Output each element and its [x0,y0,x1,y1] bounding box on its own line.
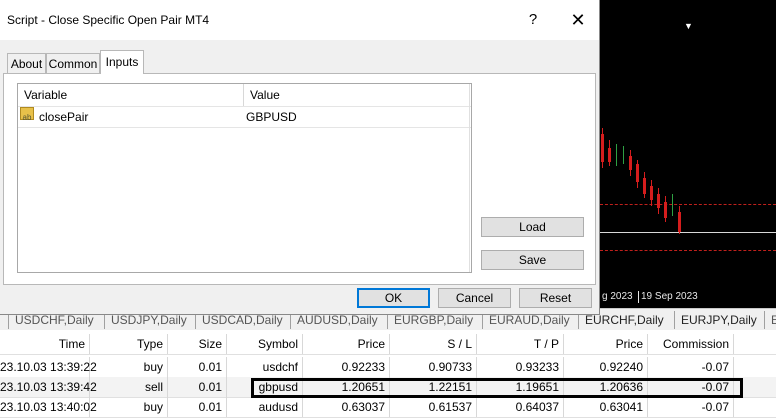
cell-tp: 1.19651 [477,377,564,397]
time-axis-divider [638,291,639,303]
cell-tp: 0.64037 [477,397,564,417]
header-variable[interactable]: Variable [24,84,67,106]
cell-sl: 0.90733 [390,357,477,377]
tab-common[interactable]: Common [46,53,100,73]
load-button[interactable]: Load [481,217,584,237]
cell-size: 0.01 [168,377,227,397]
candle [664,202,667,218]
candle-wick [672,194,673,216]
save-button[interactable]: Save [481,250,584,270]
column-separator[interactable] [243,84,244,106]
reset-button[interactable]: Reset [519,288,592,308]
candle-wick [616,144,617,166]
table-row[interactable]: 23.10.03 13:39:42 sell 0.01 gbpusd 1.206… [0,377,776,398]
script-inputs-dialog: Script - Close Specific Open Pair MT4 ? … [0,0,600,315]
date-label: 19 Sep 2023 [641,291,698,302]
cell-price: 0.63037 [303,397,390,417]
cell-sl: 0.61537 [390,397,477,417]
col-size[interactable]: Size [168,334,227,354]
col-sl[interactable]: S / L [390,334,477,354]
table-row[interactable]: 23.10.03 13:39:22 buy 0.01 usdchf 0.9223… [0,357,776,378]
candle [643,178,646,194]
cell-symbol: audusd [227,397,303,417]
price-chart[interactable]: ▼ g 2023 19 Sep 2023 [600,0,776,308]
candle [608,148,611,162]
candle [601,134,604,162]
cell-symbol: gbpusd [227,377,303,397]
cell-time: 23.10.03 13:39:42 [0,377,97,397]
cell-type: buy [90,397,168,417]
candle [629,156,632,170]
tab-inputs[interactable]: Inputs [100,50,144,74]
close-icon[interactable]: ✕ [568,0,588,40]
current-price-line [600,232,776,233]
grid-edge [469,84,470,272]
input-row-closepair[interactable]: ab closePair GBPUSD [18,107,471,128]
help-icon[interactable]: ? [523,0,543,40]
cell-size: 0.01 [168,357,227,377]
cell-symbol: usdchf [227,357,303,377]
candle [678,212,681,232]
inputs-grid: Variable Value ab closePair GBPUSD [17,83,472,273]
chart-time-axis: g 2023 19 Sep 2023 [600,288,776,306]
candle [636,164,639,182]
cell-price2: 0.92240 [564,357,648,377]
chart-shift-marker-icon[interactable]: ▼ [684,22,693,31]
tab-eurjpy-daily[interactable]: EURJPY,Daily [674,311,757,329]
col-symbol[interactable]: Symbol [227,334,303,354]
col-tp[interactable]: T / P [477,334,564,354]
dialog-titlebar[interactable]: Script - Close Specific Open Pair MT4 ? … [0,0,599,40]
trade-header-row: Time Type Size Symbol Price S / L T / P … [0,334,776,355]
grid-header: Variable Value [18,84,471,107]
candle-wick [623,146,624,164]
dialog-title: Script - Close Specific Open Pair MT4 [7,13,210,27]
candle [650,186,653,200]
cell-time: 23.10.03 13:39:22 [0,357,97,377]
cell-price: 0.92233 [303,357,390,377]
cell-sl: 1.22151 [390,377,477,397]
col-price2[interactable]: Price [564,334,648,354]
input-variable-name: closePair [39,110,89,124]
cell-price: 1.20651 [303,377,390,397]
table-row[interactable]: 23.10.03 13:40:02 buy 0.01 audusd 0.6303… [0,397,776,418]
cell-tp: 0.93233 [477,357,564,377]
cell-commission: -0.07 [648,397,734,417]
header-value[interactable]: Value [250,84,280,106]
col-type[interactable]: Type [90,334,168,354]
take-profit-line [600,204,776,205]
col-price[interactable]: Price [303,334,390,354]
cell-price2: 0.63041 [564,397,648,417]
cell-type: buy [90,357,168,377]
col-time[interactable]: Time [0,334,90,354]
cell-commission: -0.07 [648,377,734,397]
input-value-field[interactable]: GBPUSD [246,107,297,127]
trade-table: Time Type Size Symbol Price S / L T / P … [0,330,776,419]
col-commission[interactable]: Commission [648,334,734,354]
stop-loss-line [600,250,776,251]
cell-size: 0.01 [168,397,227,417]
cell-price2: 1.20636 [564,377,648,397]
date-label: g 2023 [602,291,633,302]
cell-time: 23.10.03 13:40:02 [0,397,97,417]
cell-type: sell [90,377,168,397]
ok-button[interactable]: OK [357,288,430,308]
cell-commission: -0.07 [648,357,734,377]
tab-more[interactable]: E [764,311,776,329]
string-type-icon: ab [20,107,34,122]
cancel-button[interactable]: Cancel [438,288,511,308]
candle [657,194,660,208]
tab-about[interactable]: About [7,53,46,73]
